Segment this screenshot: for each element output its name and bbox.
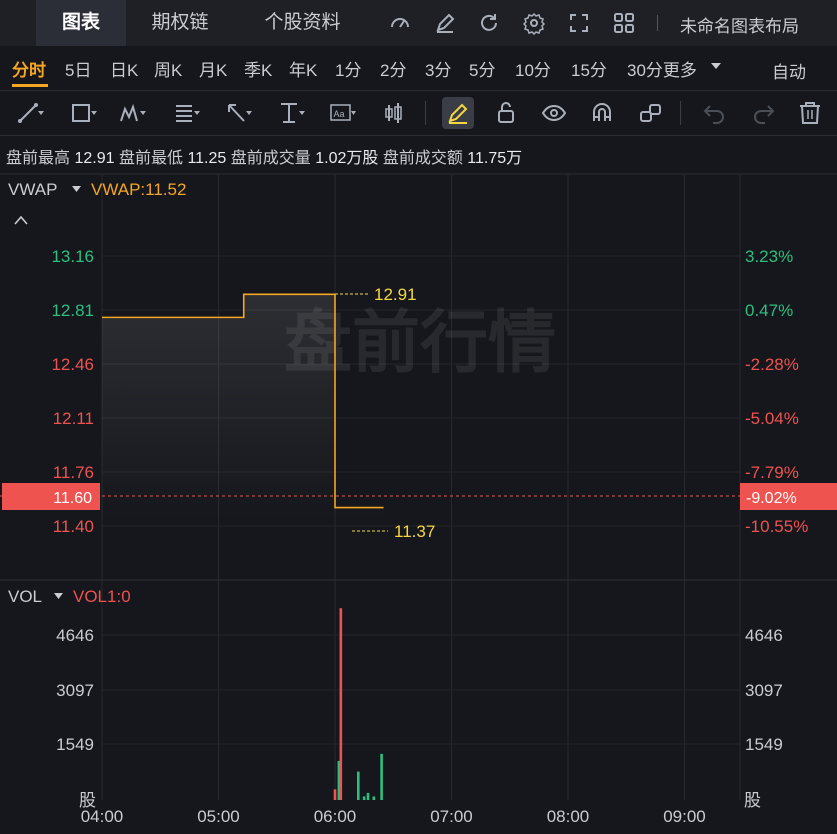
time-tick-label: 06:00 — [314, 807, 357, 826]
vwap-indicator-value: VWAP:11.52 — [91, 180, 186, 199]
percent-tick-label: 0.47% — [745, 301, 793, 320]
price-tick-label: 12.81 — [51, 301, 94, 320]
vwap-indicator-label[interactable]: VWAP — [8, 180, 57, 199]
current-price-value: 11.60 — [53, 490, 92, 507]
percent-tick-label: -10.55% — [745, 517, 808, 536]
time-axis: 04:00 05:00 06:00 07:00 08:00 09:00 — [81, 807, 706, 826]
volume-bar — [372, 796, 376, 800]
percent-tick-label: -7.79% — [745, 463, 799, 482]
volume-bar — [333, 789, 337, 800]
volume-bar — [362, 796, 366, 800]
current-change-value: -9.02% — [746, 490, 797, 507]
price-tick-label: 13.16 — [51, 247, 94, 266]
volume-bars — [333, 608, 383, 800]
volume-tick-label-left: 4646 — [56, 626, 94, 645]
price-tick-label: 11.76 — [53, 463, 94, 482]
collapse-chevron-icon[interactable] — [14, 215, 28, 225]
volume-bar — [357, 771, 360, 800]
vol-indicator-value: VOL1:0 — [73, 587, 131, 606]
volume-tick-label-left: 1549 — [56, 735, 94, 754]
percent-tick-label: -5.04% — [745, 409, 799, 428]
percent-tick-label: 3.23% — [745, 247, 793, 266]
volume-tick-label-left: 3097 — [56, 681, 94, 700]
price-volume-chart[interactable]: 盘前行情 VWAP VWAP:11.52 VOL VOL1:0 13.1612.… — [0, 0, 837, 834]
volume-bar — [339, 608, 343, 800]
high-marker-value: 12.91 — [374, 285, 417, 304]
vol-indicator-label[interactable]: VOL — [8, 587, 42, 606]
time-tick-label: 05:00 — [197, 807, 240, 826]
volume-tick-label-right: 1549 — [745, 735, 783, 754]
volume-tick-label-right: 3097 — [745, 681, 783, 700]
time-tick-label: 07:00 — [430, 807, 473, 826]
volume-tick-label-right: 4646 — [745, 626, 783, 645]
price-tick-label: 12.11 — [53, 409, 94, 428]
price-tick-label: 12.46 — [51, 355, 94, 374]
percent-tick-label: -2.28% — [745, 355, 799, 374]
volume-unit-left: 股 — [79, 791, 96, 810]
indicator-dropdown-icon[interactable] — [54, 593, 63, 599]
time-tick-label: 08:00 — [547, 807, 590, 826]
time-tick-label: 09:00 — [663, 807, 706, 826]
indicator-dropdown-icon[interactable] — [72, 186, 81, 192]
volume-unit-right: 股 — [744, 791, 761, 810]
low-marker-value: 11.37 — [394, 522, 435, 541]
volume-bar — [366, 792, 370, 800]
price-tick-label: 11.40 — [53, 517, 94, 536]
volume-bar — [380, 753, 383, 800]
